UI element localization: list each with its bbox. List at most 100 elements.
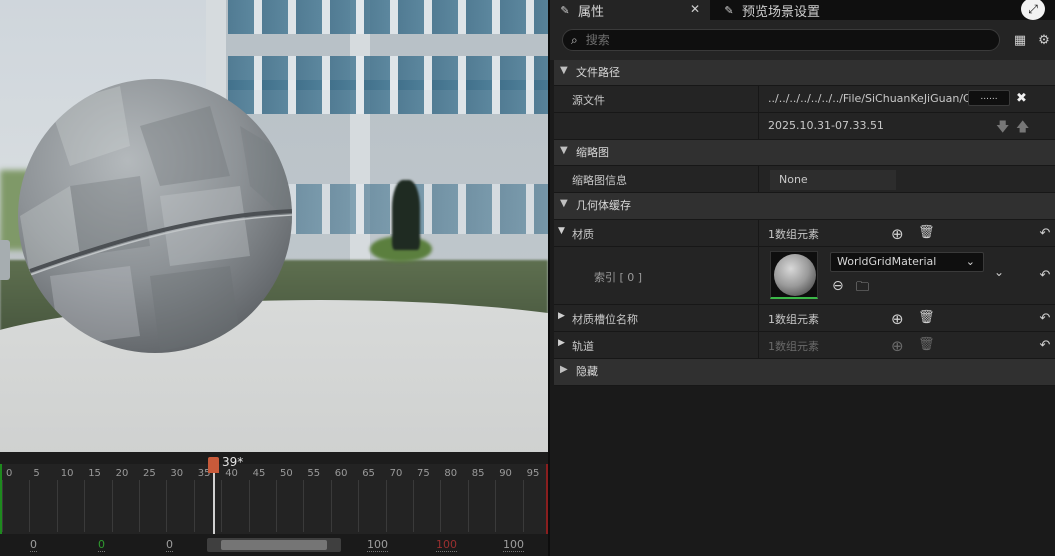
reset-to-default-icon[interactable]: ↶ — [1037, 267, 1053, 283]
category-label: 隐藏 — [576, 365, 598, 378]
search-input[interactable] — [585, 33, 966, 47]
timeline-range-value[interactable]: 100 — [367, 538, 388, 552]
trash-icon[interactable]: 🗑 — [918, 310, 935, 325]
property-row-materials: ▼ 材质 1数组元素 ⊕ 🗑 ↶ — [554, 220, 1055, 247]
timeline-range-value[interactable]: 100 — [503, 538, 524, 552]
material-sphere-preview — [774, 254, 816, 296]
chevron-down-icon: ▼ — [560, 198, 568, 209]
chevron-down-icon[interactable]: ▼ — [558, 226, 565, 236]
tab-details-label: 属性 — [578, 4, 605, 20]
material-slot-names-count: 1数组元素 — [768, 313, 819, 326]
reset-to-default-icon[interactable]: ↶ — [1037, 337, 1053, 353]
timeline-tick-line — [84, 480, 86, 532]
clear-icon[interactable]: ✖ — [1016, 91, 1027, 106]
window-band — [228, 0, 548, 34]
chevron-right-icon: ▶ — [560, 364, 568, 375]
chevron-right-icon[interactable]: ▶ — [558, 338, 565, 348]
use-selected-asset-icon[interactable]: ⊖ — [832, 278, 844, 294]
add-element-icon[interactable]: ⊕ — [891, 225, 904, 243]
timeline-tick-label: 40 — [225, 468, 238, 479]
timeline-tick-label: 80 — [444, 468, 458, 479]
gear-icon[interactable]: ⚙ — [1036, 32, 1052, 48]
viewport-side-tab[interactable] — [0, 240, 10, 280]
category-label: 缩略图 — [576, 146, 609, 159]
close-icon[interactable]: ✕ — [690, 2, 700, 16]
timeline-tick-line — [166, 480, 168, 532]
category-label: 几何体缓存 — [576, 199, 631, 212]
panel-tab-bar: ✎ 属性 ✕ ✎ 预览场景设置 ⤢ — [550, 0, 1055, 20]
add-element-icon[interactable]: ⊕ — [891, 310, 904, 328]
tab-preview-scene-settings[interactable]: ✎ 预览场景设置 — [716, 0, 866, 20]
timeline-tick-label: 75 — [417, 468, 430, 479]
playhead-frame-label: 39* — [222, 455, 244, 469]
timeline-tick-line — [29, 480, 31, 532]
chevron-down-icon: ⌄ — [965, 255, 975, 268]
timeline-tick-line — [56, 480, 58, 532]
arrow-down-icon[interactable]: 🡇 — [996, 118, 1009, 140]
property-row-source-file: 源文件 ../../../../../../../File/SiChuanKeJ… — [554, 86, 1055, 113]
timeline-tick-label: 5 — [33, 468, 40, 479]
details-panel: ✎ 属性 ✕ ✎ 预览场景设置 ⤢ ⌕ ▦ ⚙ ▼ 文件路径 源文件 ../..… — [548, 0, 1055, 556]
category-geometry-cache[interactable]: ▼ 几何体缓存 — [554, 193, 1055, 220]
timeline-tick-line — [111, 480, 113, 532]
arrow-up-icon[interactable]: 🡅 — [1016, 118, 1029, 140]
reset-to-default-icon[interactable]: ↶ — [1037, 310, 1053, 326]
add-element-icon: ⊕ — [891, 337, 904, 355]
timeline-tick-label: 50 — [280, 468, 293, 479]
property-label: 轨道 — [572, 340, 594, 353]
trash-icon: 🗑 — [918, 337, 935, 352]
timeline-tick-label: 0 — [6, 468, 13, 479]
timeline-tick-label: 15 — [88, 468, 101, 479]
category-file-path[interactable]: ▼ 文件路径 — [554, 60, 1055, 86]
timeline-tick-line — [193, 480, 195, 532]
timeline-tick-line — [139, 480, 140, 532]
table-view-icon[interactable]: ▦ — [1012, 32, 1028, 48]
timeline-tick-label: 70 — [389, 468, 403, 479]
background-pillar — [350, 0, 370, 300]
material-thumbnail[interactable] — [770, 251, 818, 299]
timeline-range-value[interactable]: 100 — [436, 538, 457, 552]
property-label: 材质 — [572, 228, 594, 241]
timeline-tick-label: 10 — [60, 468, 74, 479]
tracks-count: 1数组元素 — [768, 340, 819, 353]
timeline-tick-line — [221, 480, 223, 532]
timeline-scrollbar-thumb[interactable] — [221, 540, 327, 550]
preview-viewport[interactable] — [0, 0, 548, 452]
tab-preview-settings-label: 预览场景设置 — [742, 4, 821, 20]
search-box[interactable]: ⌕ — [562, 29, 1000, 51]
chevron-right-icon[interactable]: ▶ — [558, 311, 565, 321]
trash-icon[interactable]: 🗑 — [918, 225, 935, 240]
timeline-range-value[interactable]: 0 — [30, 538, 37, 552]
pencil-icon: ✎ — [560, 3, 570, 17]
playhead-line[interactable] — [213, 466, 215, 534]
category-hidden[interactable]: ▶ 隐藏 — [554, 359, 1055, 386]
column-divider — [758, 305, 759, 331]
thumbnail-info-value[interactable]: None — [770, 170, 896, 190]
playhead-handle[interactable] — [208, 457, 219, 473]
selected-material-name: WorldGridMaterial — [837, 255, 937, 268]
timeline-range-value[interactable]: 0 — [166, 538, 173, 552]
property-label: 缩略图信息 — [572, 174, 627, 187]
timeline-tick-line — [440, 480, 442, 532]
chevron-down-icon: ▼ — [560, 65, 568, 76]
search-row: ⌕ ▦ ⚙ — [550, 20, 1055, 60]
timeline-tick-line — [467, 480, 469, 532]
expand-icon[interactable]: ⤢ — [1021, 0, 1045, 20]
reset-to-default-icon[interactable]: ↶ — [1037, 225, 1053, 241]
timeline-tick-label: 65 — [362, 468, 375, 479]
timeline-tick-line — [303, 480, 305, 532]
timeline-tick-label: 85 — [471, 468, 485, 479]
timeline-tick-line — [385, 480, 387, 532]
timeline[interactable]: 0 5 10 15 20 25 30 35 40 45 50 55 60 65 70 75 80 85 90 95 3… — [0, 452, 548, 556]
tab-details[interactable]: ✎ 属性 — [550, 0, 710, 20]
timeline-range-value[interactable]: 0 — [98, 538, 105, 552]
category-thumbnail[interactable]: ▼ 缩略图 — [554, 140, 1055, 166]
timeline-tick-label: 30 — [170, 468, 184, 479]
timeline-tick-label: 25 — [143, 468, 156, 479]
browse-asset-icon[interactable]: 🗀 — [856, 278, 869, 300]
chevron-down-icon[interactable]: ⌄ — [994, 265, 1004, 279]
material-selector-combo[interactable]: WorldGridMaterial ⌄ — [830, 252, 984, 272]
browse-button[interactable]: ...... — [968, 90, 1010, 106]
timeline-tick-line — [413, 480, 414, 532]
timeline-scrollbar[interactable] — [207, 538, 341, 552]
